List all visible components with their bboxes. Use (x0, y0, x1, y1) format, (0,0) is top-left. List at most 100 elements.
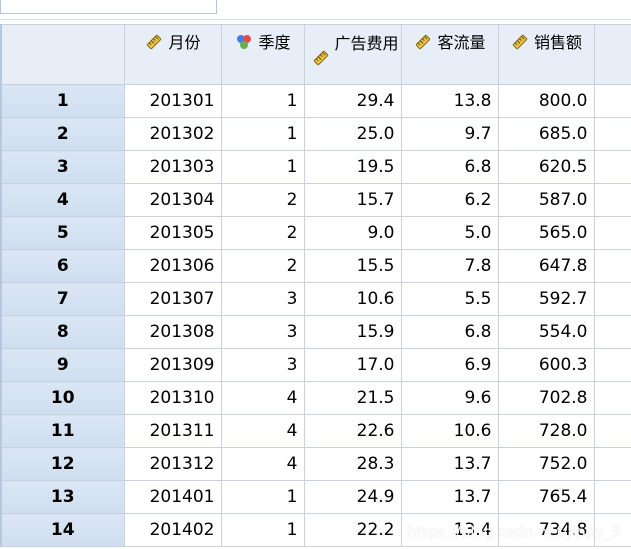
cell-quarter[interactable]: 4 (220, 381, 305, 415)
cell-customer-flow[interactable]: 6.8 (400, 315, 499, 349)
cell-customer-flow[interactable]: 7.8 (400, 249, 499, 283)
cell-quarter[interactable]: 1 (220, 513, 305, 547)
cell-month[interactable]: 201401 (123, 480, 222, 514)
row-header-11[interactable]: 11 (0, 414, 125, 448)
cell-sales[interactable]: 765.4 (497, 480, 595, 514)
row-header-14[interactable]: 14 (0, 513, 125, 547)
cell-customer-flow[interactable]: 13.8 (400, 84, 499, 118)
cell-month[interactable]: 201301 (123, 84, 222, 118)
cell-sales[interactable]: 600.3 (497, 348, 595, 382)
cell-quarter[interactable]: 3 (220, 282, 305, 316)
cell-ad-cost[interactable]: 29.4 (303, 84, 402, 118)
cell-quarter[interactable]: 3 (220, 348, 305, 382)
cell-quarter[interactable]: 1 (220, 480, 305, 514)
cell-empty[interactable] (593, 216, 631, 250)
cell-sales[interactable]: 734.8 (497, 513, 595, 547)
cell-sales[interactable]: 685.0 (497, 117, 595, 151)
row-header-9[interactable]: 9 (0, 348, 125, 382)
cell-ad-cost[interactable]: 9.0 (303, 216, 402, 250)
cell-month[interactable]: 201305 (123, 216, 222, 250)
column-header-month[interactable]: 月份 (123, 24, 222, 85)
cell-quarter[interactable]: 1 (220, 84, 305, 118)
cell-sales[interactable]: 800.0 (497, 84, 595, 118)
row-header-6[interactable]: 6 (0, 249, 125, 283)
cell-empty[interactable] (593, 348, 631, 382)
row-header-8[interactable]: 8 (0, 315, 125, 349)
cell-customer-flow[interactable]: 13.7 (400, 447, 499, 481)
cell-customer-flow[interactable]: 5.5 (400, 282, 499, 316)
cell-quarter[interactable]: 2 (220, 183, 305, 217)
cell-empty[interactable] (593, 150, 631, 184)
cell-ad-cost[interactable]: 21.5 (303, 381, 402, 415)
cell-ad-cost[interactable]: 25.0 (303, 117, 402, 151)
cell-empty[interactable] (593, 117, 631, 151)
cell-sales[interactable]: 752.0 (497, 447, 595, 481)
cell-empty[interactable] (593, 480, 631, 514)
cell-sales[interactable]: 702.8 (497, 381, 595, 415)
cell-ad-cost[interactable]: 22.6 (303, 414, 402, 448)
cell-customer-flow[interactable]: 6.8 (400, 150, 499, 184)
cell-month[interactable]: 201312 (123, 447, 222, 481)
cell-month[interactable]: 201303 (123, 150, 222, 184)
cell-empty[interactable] (593, 414, 631, 448)
cell-quarter[interactable]: 4 (220, 447, 305, 481)
column-header-sales[interactable]: 销售额 (497, 24, 595, 85)
cell-customer-flow[interactable]: 9.7 (400, 117, 499, 151)
cell-empty[interactable] (593, 84, 631, 118)
cell-quarter[interactable]: 2 (220, 249, 305, 283)
cell-ad-cost[interactable]: 15.7 (303, 183, 402, 217)
cell-sales[interactable]: 565.0 (497, 216, 595, 250)
row-header-5[interactable]: 5 (0, 216, 125, 250)
row-header-12[interactable]: 12 (0, 447, 125, 481)
cell-month[interactable]: 201308 (123, 315, 222, 349)
row-header-4[interactable]: 4 (0, 183, 125, 217)
cell-empty[interactable] (593, 381, 631, 415)
cell-month[interactable]: 201402 (123, 513, 222, 547)
row-header-2[interactable]: 2 (0, 117, 125, 151)
cell-ad-cost[interactable]: 15.5 (303, 249, 402, 283)
cell-month[interactable]: 201309 (123, 348, 222, 382)
row-header-10[interactable]: 10 (0, 381, 125, 415)
cell-month[interactable]: 201311 (123, 414, 222, 448)
cell-month[interactable]: 201306 (123, 249, 222, 283)
cell-sales[interactable]: 728.0 (497, 414, 595, 448)
cell-ad-cost[interactable]: 19.5 (303, 150, 402, 184)
cell-customer-flow[interactable]: 10.6 (400, 414, 499, 448)
cell-customer-flow[interactable]: 5.0 (400, 216, 499, 250)
row-header-3[interactable]: 3 (0, 150, 125, 184)
cell-quarter[interactable]: 2 (220, 216, 305, 250)
cell-ad-cost[interactable]: 22.2 (303, 513, 402, 547)
cell-month[interactable]: 201304 (123, 183, 222, 217)
cell-ad-cost[interactable]: 15.9 (303, 315, 402, 349)
cell-month[interactable]: 201302 (123, 117, 222, 151)
cell-customer-flow[interactable]: 6.2 (400, 183, 499, 217)
cell-empty[interactable] (593, 249, 631, 283)
cell-quarter[interactable]: 3 (220, 315, 305, 349)
cell-empty[interactable] (593, 183, 631, 217)
row-header-13[interactable]: 13 (0, 480, 125, 514)
cell-customer-flow[interactable]: 13.7 (400, 480, 499, 514)
column-header-customer-flow[interactable]: 客流量 (400, 24, 499, 85)
row-header-7[interactable]: 7 (0, 282, 125, 316)
cell-month[interactable]: 201310 (123, 381, 222, 415)
corner-cell[interactable] (0, 24, 125, 85)
cell-empty[interactable] (593, 315, 631, 349)
cell-ad-cost[interactable]: 17.0 (303, 348, 402, 382)
cell-quarter[interactable]: 1 (220, 117, 305, 151)
cell-quarter[interactable]: 4 (220, 414, 305, 448)
column-header-quarter[interactable]: 季度 (220, 24, 305, 85)
cell-quarter[interactable]: 1 (220, 150, 305, 184)
cell-empty[interactable] (593, 513, 631, 547)
cell-empty[interactable] (593, 447, 631, 481)
cell-sales[interactable]: 554.0 (497, 315, 595, 349)
cell-customer-flow[interactable]: 13.4 (400, 513, 499, 547)
cell-sales[interactable]: 592.7 (497, 282, 595, 316)
column-header-next[interactable]: 变 (593, 24, 631, 85)
cell-month[interactable]: 201307 (123, 282, 222, 316)
cell-ad-cost[interactable]: 24.9 (303, 480, 402, 514)
cell-empty[interactable] (593, 282, 631, 316)
cell-customer-flow[interactable]: 9.6 (400, 381, 499, 415)
cell-ad-cost[interactable]: 28.3 (303, 447, 402, 481)
row-header-1[interactable]: 1 (0, 84, 125, 118)
column-header-ad-cost[interactable]: 广告费用 (303, 24, 402, 85)
